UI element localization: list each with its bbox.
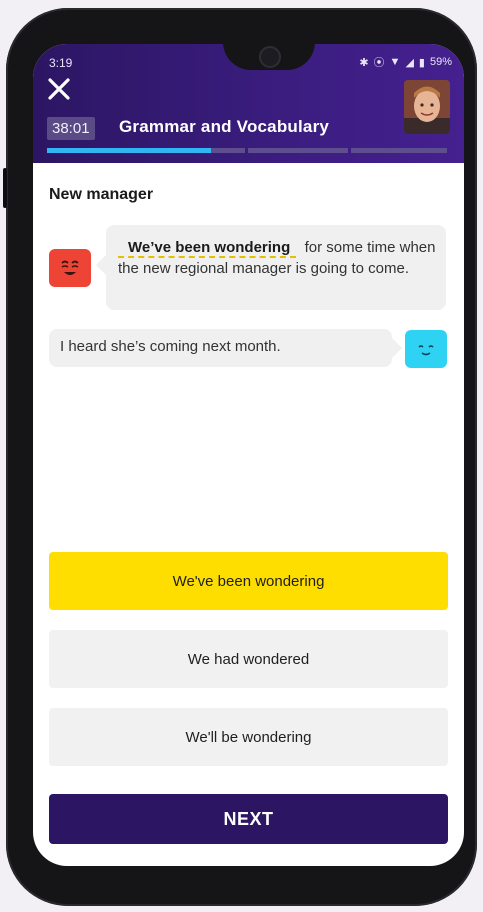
lesson-title: Grammar and Vocabulary bbox=[119, 117, 330, 136]
app-screen: 3:19 ✱ ⦿ ▼ ◢ ▮ 59% 38:01 Grammar and Voc… bbox=[33, 44, 464, 866]
dialogue-bubble-left: We’ve been wondering for some time when … bbox=[96, 225, 446, 310]
close-icon bbox=[48, 78, 70, 100]
answer-option[interactable]: We had wondered bbox=[49, 630, 448, 688]
bluetooth-icon: ✱ bbox=[359, 56, 369, 69]
dialogue-text-left: We’ve been wondering for some time when … bbox=[118, 237, 440, 279]
dialogue-bubble-right: I heard she’s coming next month. bbox=[49, 329, 402, 367]
close-button[interactable] bbox=[47, 77, 75, 105]
answer-option[interactable]: We'll be wondering bbox=[49, 708, 448, 766]
volume-button bbox=[3, 168, 7, 208]
answer-blank[interactable]: We’ve been wondering bbox=[118, 239, 297, 258]
answer-option-label: We've been wondering bbox=[172, 572, 325, 590]
wifi-icon: ▼ bbox=[389, 56, 401, 68]
progress-segment bbox=[248, 148, 348, 153]
answer-option-label: We had wondered bbox=[187, 650, 310, 668]
battery-percent: 59% bbox=[429, 56, 452, 68]
battery-icon: ▮ bbox=[418, 56, 425, 69]
answer-option-label: We'll be wondering bbox=[185, 728, 312, 746]
speaker-a-avatar bbox=[49, 249, 91, 287]
next-button[interactable]: NEXT bbox=[49, 794, 448, 844]
progress-fill bbox=[47, 148, 211, 153]
camera-icon bbox=[259, 46, 281, 68]
avatar-photo-icon bbox=[404, 80, 450, 134]
section-title: New manager bbox=[49, 186, 154, 203]
header-bar: 3:19 ✱ ⦿ ▼ ◢ ▮ 59% 38:01 Grammar and Voc… bbox=[33, 44, 464, 163]
progress-segment bbox=[351, 148, 447, 153]
phone-frame: 3:19 ✱ ⦿ ▼ ◢ ▮ 59% 38:01 Grammar and Voc… bbox=[3, 8, 477, 906]
dialogue-text-right: I heard she’s coming next month. bbox=[60, 338, 281, 355]
status-icons: ✱ ⦿ ▼ ◢ ▮ 59% bbox=[359, 54, 452, 70]
progress-bar bbox=[47, 148, 447, 153]
answer-option[interactable]: We've been wondering bbox=[49, 552, 448, 610]
next-button-label: NEXT bbox=[223, 808, 274, 829]
smiling-face-icon bbox=[61, 260, 79, 275]
signal-icon: ◢ bbox=[405, 56, 414, 69]
timer-badge: 38:01 bbox=[47, 117, 95, 140]
status-time: 3:19 bbox=[49, 56, 73, 70]
progress-segment bbox=[210, 148, 245, 153]
user-avatar[interactable] bbox=[404, 80, 450, 134]
calm-face-icon bbox=[418, 345, 434, 356]
speaker-b-avatar bbox=[405, 330, 447, 368]
vibrate-icon: ⦿ bbox=[373, 57, 385, 69]
